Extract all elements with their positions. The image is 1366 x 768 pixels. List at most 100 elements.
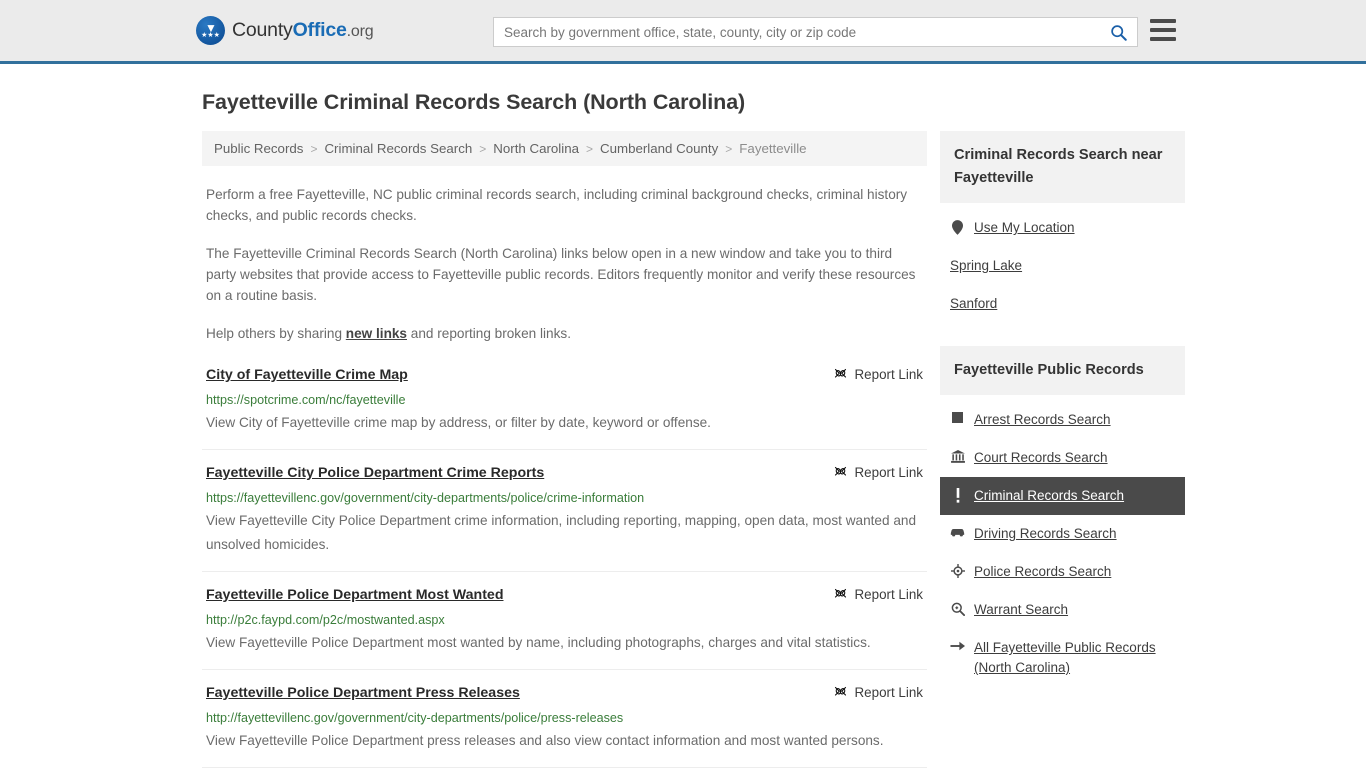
broken-link-icon bbox=[834, 368, 846, 378]
page-title: Fayetteville Criminal Records Search (No… bbox=[202, 90, 746, 114]
sidebar-item-label: Driving Records Search bbox=[974, 526, 1117, 541]
logo-text-dotorg: .org bbox=[346, 23, 374, 40]
hamburger-bar-1 bbox=[1150, 19, 1176, 23]
report-link-button[interactable]: Report Link bbox=[833, 684, 923, 700]
panel-public-records-heading: Fayetteville Public Records bbox=[940, 346, 1185, 395]
intro-paragraph-1: Perform a free Fayetteville, NC public c… bbox=[206, 187, 908, 223]
intro-p3-before: Help others by sharing bbox=[206, 326, 346, 341]
main-column: Public Records > Criminal Records Search… bbox=[202, 131, 927, 768]
new-links-link[interactable]: new links bbox=[346, 326, 407, 341]
search-button[interactable] bbox=[1099, 18, 1137, 46]
result-title-link[interactable]: City of Fayetteville Crime Map bbox=[206, 366, 408, 384]
result-url[interactable]: https://fayettevillenc.gov/government/ci… bbox=[206, 491, 923, 506]
search-bar[interactable] bbox=[493, 17, 1138, 47]
result-description: View Fayetteville Police Department pres… bbox=[206, 733, 884, 748]
breadcrumb-item-1[interactable]: Criminal Records Search bbox=[324, 141, 472, 156]
result-header: Fayetteville Police Department Press Rel… bbox=[206, 684, 923, 702]
result-item: City of Fayetteville Crime Map Report Li… bbox=[202, 366, 927, 450]
intro-paragraph-3: Help others by sharing new links and rep… bbox=[206, 323, 923, 344]
courthouse-icon bbox=[950, 448, 965, 463]
search-input[interactable] bbox=[494, 24, 1099, 40]
report-link-label: Report Link bbox=[854, 465, 923, 480]
sidebar-item-label: Sanford bbox=[950, 296, 998, 311]
sidebar-item-label: Police Records Search bbox=[974, 564, 1112, 579]
sidebar-item-arrest-records-search[interactable]: Arrest Records Search bbox=[940, 401, 1185, 439]
police-badge-icon bbox=[950, 562, 965, 578]
intro-paragraph-2: The Fayetteville Criminal Records Search… bbox=[206, 246, 916, 303]
result-item: Fayetteville City Police Department Crim… bbox=[202, 464, 927, 572]
hamburger-menu-icon[interactable] bbox=[1150, 19, 1176, 41]
breadcrumb-item-0[interactable]: Public Records bbox=[214, 141, 303, 156]
report-link-label: Report Link bbox=[854, 587, 923, 602]
result-url[interactable]: https://spotcrime.com/nc/fayetteville bbox=[206, 393, 923, 408]
results-list: City of Fayetteville Crime Map Report Li… bbox=[202, 366, 927, 768]
sidebar-item-all-public-records[interactable]: All Fayetteville Public Records (North C… bbox=[940, 629, 1185, 687]
report-link-label: Report Link bbox=[854, 685, 923, 700]
breadcrumb-item-2[interactable]: North Carolina bbox=[493, 141, 579, 156]
map-pin-icon bbox=[950, 218, 965, 235]
hamburger-bar-2 bbox=[1150, 28, 1176, 32]
breadcrumb: Public Records > Criminal Records Search… bbox=[202, 131, 927, 166]
sidebar-item-driving-records-search[interactable]: Driving Records Search bbox=[940, 515, 1185, 553]
result-description: View City of Fayetteville crime map by a… bbox=[206, 415, 711, 430]
sidebar-item-label: Court Records Search bbox=[974, 450, 1108, 465]
sidebar-item-police-records-search[interactable]: Police Records Search bbox=[940, 553, 1185, 591]
logo-text-office: Office bbox=[292, 19, 347, 41]
sidebar-item-label: Use My Location bbox=[974, 220, 1075, 235]
breadcrumb-item-3[interactable]: Cumberland County bbox=[600, 141, 718, 156]
sidebar-item-label: All Fayetteville Public Records (North C… bbox=[974, 640, 1156, 675]
breadcrumb-separator: > bbox=[479, 141, 487, 156]
panel-nearby-body: Use My Location Spring Lake Sanford bbox=[940, 203, 1185, 323]
site-header: ▼ ★★★ CountyOffice.org bbox=[0, 0, 1366, 64]
report-link-button[interactable]: Report Link bbox=[833, 586, 923, 602]
panel-nearby-searches: Criminal Records Search near Fayettevill… bbox=[940, 131, 1185, 323]
result-header: Fayetteville Police Department Most Want… bbox=[206, 586, 923, 604]
page-container: Fayetteville Criminal Records Search (No… bbox=[0, 90, 1366, 768]
sidebar-item-label: Warrant Search bbox=[974, 602, 1069, 617]
report-link-button[interactable]: Report Link bbox=[833, 464, 923, 480]
hamburger-bar-3 bbox=[1150, 37, 1176, 41]
result-description: View Fayetteville City Police Department… bbox=[206, 513, 917, 552]
sidebar-item-use-my-location[interactable]: Use My Location bbox=[940, 209, 1185, 247]
report-link-button[interactable]: Report Link bbox=[833, 366, 923, 382]
broken-link-icon bbox=[834, 588, 846, 598]
breadcrumb-separator: > bbox=[725, 141, 733, 156]
result-title-link[interactable]: Fayetteville Police Department Most Want… bbox=[206, 586, 503, 604]
car-icon bbox=[950, 524, 965, 537]
intro-p3-after: and reporting broken links. bbox=[407, 326, 571, 341]
site-logo[interactable]: ▼ ★★★ CountyOffice.org bbox=[196, 16, 374, 45]
sidebar-item-warrant-search[interactable]: Warrant Search bbox=[940, 591, 1185, 629]
intro-section: Perform a free Fayetteville, NC public c… bbox=[202, 184, 927, 344]
exclamation-icon bbox=[950, 486, 965, 503]
content-row: Public Records > Criminal Records Search… bbox=[0, 131, 1366, 768]
sidebar-item-criminal-records-search[interactable]: Criminal Records Search bbox=[940, 477, 1185, 515]
sidebar: Criminal Records Search near Fayettevill… bbox=[940, 131, 1185, 768]
logo-text: CountyOffice.org bbox=[232, 19, 374, 42]
result-header: Fayetteville City Police Department Crim… bbox=[206, 464, 923, 482]
breadcrumb-separator: > bbox=[310, 141, 318, 156]
breadcrumb-separator: > bbox=[586, 141, 594, 156]
sidebar-item-label: Spring Lake bbox=[950, 258, 1023, 273]
sidebar-item-label: Arrest Records Search bbox=[974, 412, 1111, 427]
result-url[interactable]: http://p2c.faypd.com/p2c/mostwanted.aspx bbox=[206, 613, 923, 628]
sidebar-item-spring-lake[interactable]: Spring Lake bbox=[940, 247, 1185, 285]
result-url[interactable]: http://fayettevillenc.gov/government/cit… bbox=[206, 711, 923, 726]
magnifier-plus-icon bbox=[950, 600, 965, 616]
eagle-seal-icon: ▼ ★★★ bbox=[196, 16, 225, 45]
panel-public-records-body: Arrest Records Search Court Records Sear… bbox=[940, 395, 1185, 687]
result-title-link[interactable]: Fayetteville Police Department Press Rel… bbox=[206, 684, 520, 702]
broken-link-icon bbox=[834, 466, 846, 476]
breadcrumb-item-4: Fayetteville bbox=[739, 141, 807, 156]
report-link-label: Report Link bbox=[854, 367, 923, 382]
result-item: Fayetteville Police Department Most Want… bbox=[202, 586, 927, 670]
panel-nearby-heading: Criminal Records Search near Fayettevill… bbox=[940, 131, 1185, 203]
search-icon bbox=[1110, 24, 1127, 41]
result-item: Fayetteville Police Department Press Rel… bbox=[202, 684, 927, 768]
sidebar-item-court-records-search[interactable]: Court Records Search bbox=[940, 439, 1185, 477]
result-title-link[interactable]: Fayetteville City Police Department Crim… bbox=[206, 464, 544, 482]
logo-text-county: County bbox=[232, 19, 293, 41]
sidebar-item-sanford[interactable]: Sanford bbox=[940, 285, 1185, 323]
sidebar-item-label: Criminal Records Search bbox=[974, 488, 1125, 503]
broken-link-icon bbox=[834, 686, 846, 696]
square-icon bbox=[950, 410, 965, 423]
